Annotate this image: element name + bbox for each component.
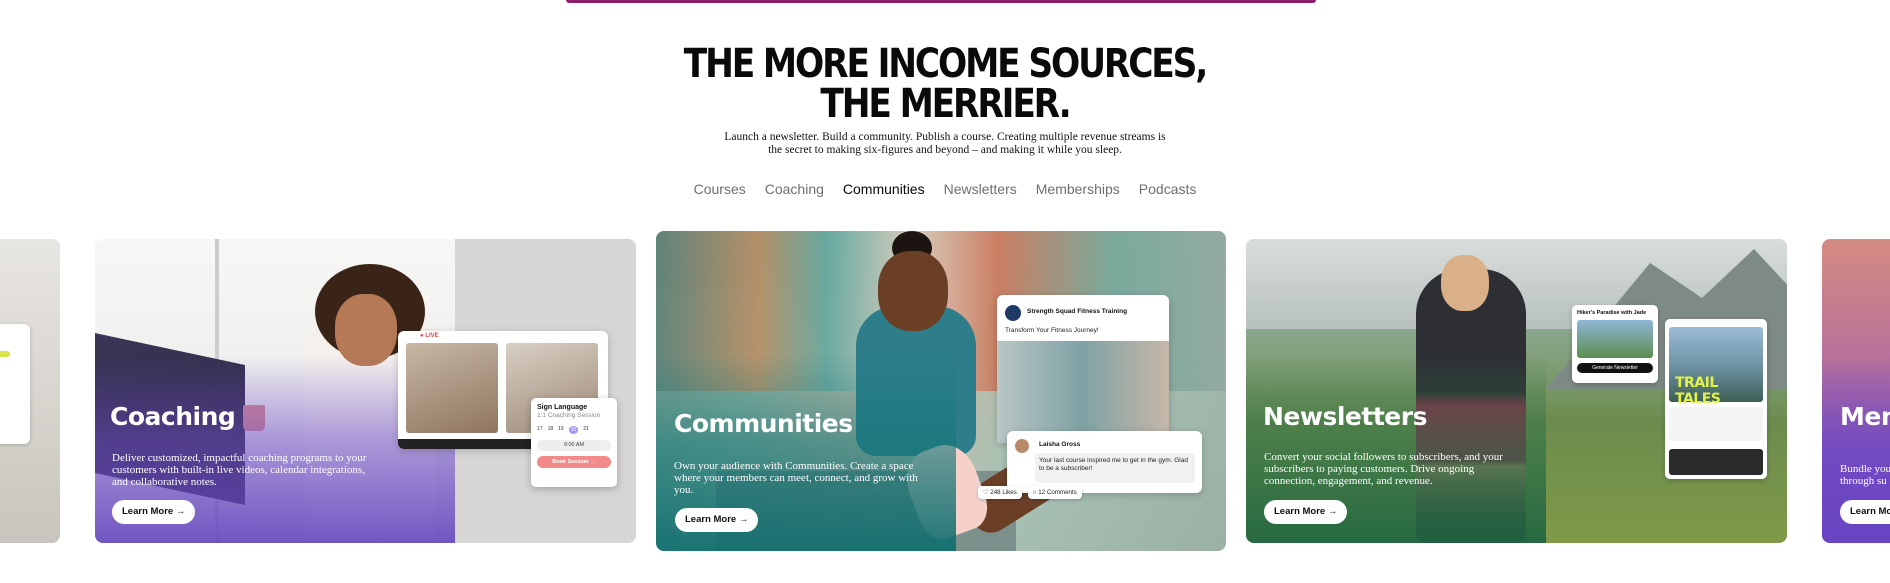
likes-label: 248 Likes <box>990 489 1017 496</box>
card-title: Mem <box>1840 402 1890 431</box>
live-badge: ● LIVE <box>420 333 439 339</box>
comment-mockup: Laisha Gross Your last course inspired m… <box>1007 431 1202 493</box>
card-title: Newsletters <box>1263 402 1427 431</box>
tab-memberships[interactable]: Memberships <box>1036 181 1120 197</box>
day: 17 <box>537 426 543 432</box>
subtitle-line-1: Launch a newsletter. Build a community. … <box>724 131 1166 143</box>
booking-widget: Sign Language 1:1 Coaching Session 17 18… <box>531 398 617 487</box>
headline-line-1: THE MORE INCOME SOURCES, <box>683 41 1209 87</box>
card-coaching[interactable]: ● LIVE Sign Language 1:1 Coaching Sessio… <box>95 239 636 543</box>
group-logo-icon <box>1005 305 1021 321</box>
card-description: Bundle you through su <box>1840 463 1890 487</box>
card-title: Coaching <box>110 402 236 431</box>
course-mockup <box>0 324 30 444</box>
learn-more-button[interactable]: Learn More → <box>675 508 759 532</box>
mockup-pill <box>0 351 10 357</box>
day: 21 <box>583 426 589 432</box>
post-image <box>997 341 1169 443</box>
day-selected: 20 <box>568 426 579 434</box>
card-description: Convert your social followers to subscri… <box>1264 451 1503 487</box>
video-tile-coach <box>406 343 498 433</box>
card-description: Deliver customized, impactful coaching p… <box>112 452 367 488</box>
newsletter-title: Hiker's Paradise with Jade <box>1577 310 1647 316</box>
page-subtitle: Launch a newsletter. Build a community. … <box>0 131 1890 157</box>
card-description-line-1: Bundle you <box>1840 463 1890 475</box>
card-courses-partial[interactable] <box>0 239 60 543</box>
booking-days: 17 18 19 20 21 <box>537 426 611 434</box>
card-memberships-partial[interactable]: Mem Bundle you through su Learn Mo <box>1822 239 1890 543</box>
newsletter-generator-mockup: Hiker's Paradise with Jade Generate News… <box>1572 305 1658 383</box>
newsletter-preview-mockup: TRAIL TALES <box>1665 319 1767 479</box>
comments-label: 12 Comments <box>1038 489 1077 496</box>
book-session-button: Book Session → <box>537 456 611 468</box>
woman-head <box>878 251 948 331</box>
booking-time: 9:00 AM <box>537 440 611 451</box>
newsletter-footer <box>1669 449 1763 475</box>
page-headline: THE MORE INCOME SOURCES, THE MERRIER. <box>132 44 1757 124</box>
hiker-head <box>1441 255 1489 311</box>
booking-subtitle: 1:1 Coaching Session <box>537 412 601 419</box>
tab-coaching[interactable]: Coaching <box>765 181 824 197</box>
card-description: Own your audience with Communities. Crea… <box>674 460 918 496</box>
learn-more-button[interactable]: Learn Mo <box>1840 500 1890 524</box>
card-communities[interactable]: Strength Squad Fitness Training Transfor… <box>656 231 1226 551</box>
likes-count: ♡ 248 Likes <box>978 486 1022 499</box>
top-accent-bar <box>566 0 1316 3</box>
group-name: Strength Squad Fitness Training <box>1027 308 1128 315</box>
newsletter-content-row <box>1669 407 1763 441</box>
learn-more-button[interactable]: Learn More → <box>1264 500 1348 524</box>
card-title: Communities <box>674 409 853 438</box>
newsletter-image <box>1577 320 1653 358</box>
income-source-tabs: Courses Coaching Communities Newsletters… <box>0 181 1890 197</box>
comment-text: Your last course inspired me to get in t… <box>1035 453 1195 483</box>
headline-line-2: THE MERRIER. <box>820 81 1071 127</box>
learn-more-button[interactable]: Learn More → <box>112 500 196 524</box>
newsletter-hero-title: TRAIL TALES <box>1675 375 1721 407</box>
tab-newsletters[interactable]: Newsletters <box>944 181 1017 197</box>
tab-communities[interactable]: Communities <box>843 181 925 197</box>
tab-courses[interactable]: Courses <box>694 181 746 197</box>
comments-count: ○ 12 Comments <box>1027 486 1082 499</box>
booking-title: Sign Language <box>537 404 588 411</box>
card-description-line-2: through su <box>1840 475 1887 487</box>
commenter-name: Laisha Gross <box>1039 441 1081 448</box>
community-post-mockup: Strength Squad Fitness Training Transfor… <box>997 295 1169 443</box>
avatar <box>1015 439 1029 453</box>
day: 18 <box>547 426 554 432</box>
post-reactions: ♡ 248 Likes ○ 12 Comments <box>978 486 1082 499</box>
subtitle-line-2: the secret to making six-figures and bey… <box>768 144 1122 156</box>
card-newsletters[interactable]: Hiker's Paradise with Jade Generate News… <box>1246 239 1787 543</box>
day: 19 <box>558 426 564 432</box>
generate-newsletter-button: Generate Newsletter <box>1577 363 1653 373</box>
post-text: Transform Your Fitness Journey! <box>1005 327 1099 334</box>
tab-podcasts[interactable]: Podcasts <box>1139 181 1197 197</box>
